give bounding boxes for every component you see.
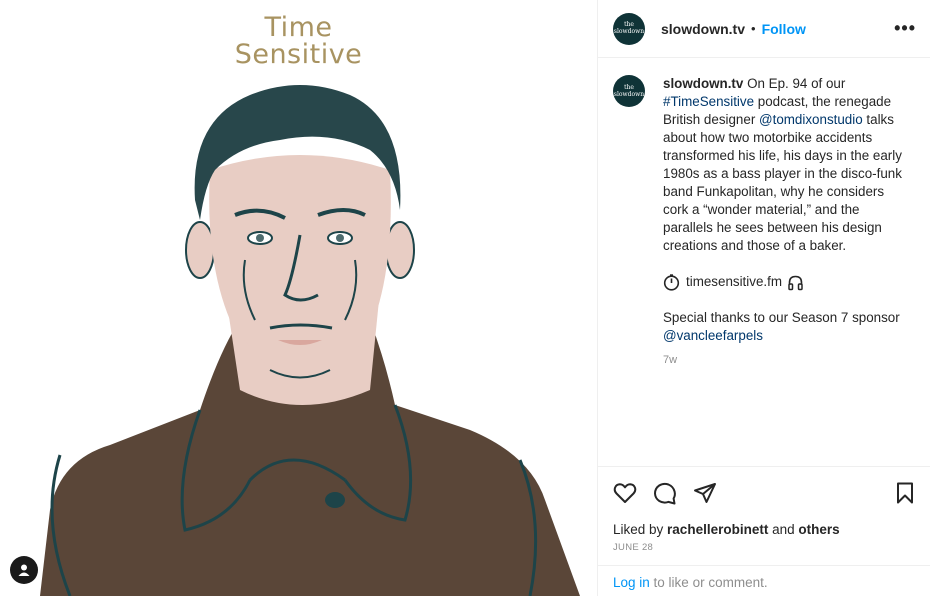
login-link[interactable]: Log in bbox=[613, 575, 650, 590]
action-bar bbox=[612, 480, 918, 506]
login-prompt: Log in to like or comment. bbox=[613, 575, 768, 590]
post-header: the slowdown slowdown.tv • Follow ••• bbox=[598, 0, 930, 58]
caption-text-1: On Ep. 94 of our bbox=[743, 76, 846, 91]
post-date[interactable]: JUNE 28 bbox=[613, 542, 653, 553]
actions-divider bbox=[598, 466, 930, 467]
sponsor-line: Special thanks to our Season 7 sponsor @… bbox=[663, 309, 913, 345]
caption: slowdown.tv On Ep. 94 of our #TimeSensit… bbox=[663, 75, 913, 466]
header-separator: • bbox=[751, 21, 756, 36]
bookmark-icon[interactable] bbox=[892, 480, 918, 506]
portrait-illustration bbox=[40, 85, 580, 596]
login-divider bbox=[598, 565, 930, 566]
headphones-icon bbox=[788, 275, 803, 290]
podcast-link-text: timesensitive.fm bbox=[686, 274, 782, 289]
avatar-text-line2: slowdown bbox=[613, 90, 645, 98]
podcast-link-line: timesensitive.fm bbox=[663, 273, 913, 291]
follow-button[interactable]: Follow bbox=[762, 21, 806, 37]
avatar[interactable]: the slowdown bbox=[613, 12, 645, 45]
sponsor-text: Special thanks to our Season 7 sponsor bbox=[663, 310, 900, 325]
caption-avatar[interactable]: the slowdown bbox=[613, 75, 645, 107]
login-prompt-text: to like or comment. bbox=[649, 575, 768, 590]
caption-body: slowdown.tv On Ep. 94 of our #TimeSensit… bbox=[663, 75, 913, 255]
caption-username[interactable]: slowdown.tv bbox=[663, 76, 743, 91]
likes-prefix: Liked by bbox=[613, 522, 668, 537]
stopwatch-icon bbox=[663, 273, 680, 291]
hashtag-link[interactable]: #TimeSensitive bbox=[663, 94, 754, 109]
post-sidebar: the slowdown slowdown.tv • Follow ••• th… bbox=[598, 0, 930, 596]
header-username[interactable]: slowdown.tv bbox=[661, 21, 745, 37]
more-options-icon[interactable]: ••• bbox=[894, 18, 916, 39]
caption-text-3: talks about how two motorbike accidents … bbox=[663, 112, 902, 253]
likes-middle: and bbox=[768, 522, 799, 537]
mention-link-vancleefarpels[interactable]: @vancleefarpels bbox=[663, 328, 763, 343]
heart-icon[interactable] bbox=[612, 480, 638, 506]
mention-link-tomdixonstudio[interactable]: @tomdixonstudio bbox=[759, 112, 863, 127]
caption-timestamp[interactable]: 7w bbox=[663, 351, 913, 369]
user-tag-icon[interactable] bbox=[10, 556, 38, 584]
liked-by-others[interactable]: others bbox=[798, 522, 839, 537]
paper-plane-icon[interactable] bbox=[692, 480, 718, 506]
liked-by-user[interactable]: rachellerobinett bbox=[667, 522, 768, 537]
comment-icon[interactable] bbox=[652, 480, 678, 506]
caption-area: the slowdown slowdown.tv On Ep. 94 of ou… bbox=[598, 59, 930, 466]
avatar-text-line2: slowdown bbox=[613, 28, 645, 35]
likes-summary: Liked by rachellerobinett and others bbox=[613, 522, 840, 537]
image-title-line1: Time bbox=[264, 12, 333, 43]
post-image[interactable]: Time Sensitive bbox=[0, 0, 597, 596]
